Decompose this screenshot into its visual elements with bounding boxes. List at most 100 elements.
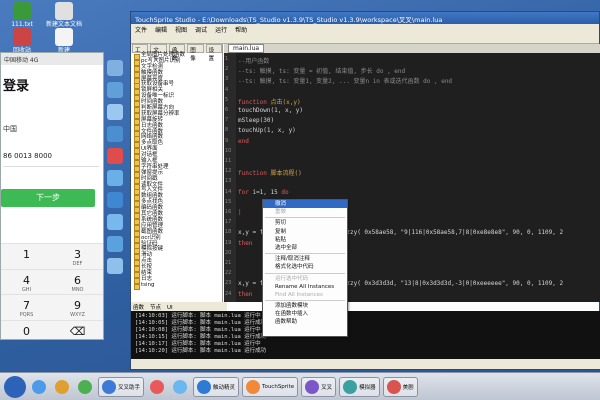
key-4[interactable]: 4 GHI [1,268,52,295]
taskbar-item[interactable] [75,377,95,397]
context-menu-item[interactable]: 函数帮助 [263,318,347,326]
code-line: touchDown(1, x, y) [238,107,303,114]
desktop-icon-recycle[interactable]: 回收站 [2,28,42,55]
code-token: 点击(x,y) [266,98,301,106]
tree-item[interactable]: tsing [131,282,222,290]
app-icon[interactable] [107,148,123,164]
code-line: for i=1, 15 do [238,189,289,196]
taskbar-item[interactable]: 美剧 [382,376,418,397]
key-0[interactable]: 0 [1,319,52,340]
app-icon[interactable] [107,60,123,76]
taskbar-item[interactable] [170,377,190,397]
context-menu-item: 运行选中代码 [275,275,309,282]
function-tree: 全局图片处理函数 pc写入图片识别 文字检测 触摸函数 屏幕亮度 获取设备串号 锁屏相关 设备… [131,52,222,290]
app-icon[interactable] [107,104,123,120]
line-number: 20 [225,249,232,256]
context-menu-item[interactable]: 复制 [263,228,347,236]
key-digit: 0 [23,324,30,338]
context-menu-item[interactable]: 剪切 [263,219,347,227]
desktop-icon-file[interactable]: 111.txt [2,2,42,29]
taskbar-item[interactable] [147,377,167,397]
output-line: [14:10:15] 运行脚本: 脚本 main.lua 运行成功 [135,334,267,340]
taskbar-label: 美剧 [402,384,414,391]
region-selector[interactable]: 中国 [3,124,103,134]
taskbar-label: 模拟器 [359,384,376,391]
ide-window: TouchSprite Studio - E:\Downloads\TS_Stu… [130,11,600,370]
key-letters: WXYZ [70,312,85,318]
desktop-icon-doc[interactable]: 新建文本文档 [44,2,84,29]
menu-item[interactable]: 文件 [135,27,147,34]
app-icon[interactable] [107,236,123,252]
phone-number-field[interactable]: 86 0013 8000 [3,152,103,160]
key-1[interactable]: 1 [1,243,52,269]
code-line: function 脚本流程() [238,168,302,177]
key-6[interactable]: 6 MNO [52,268,103,295]
context-menu-item[interactable]: 撤消 [263,200,347,209]
context-menu-item[interactable]: 注释/取消注释 [263,255,347,263]
line-number: 4 [225,86,229,93]
context-menu-item[interactable]: 在函数中插入 [263,310,347,318]
app-icon[interactable] [107,192,123,208]
menu-item[interactable]: 编辑 [155,27,167,34]
context-menu-item[interactable]: 选中全部 [263,244,347,252]
toolbar [131,34,599,44]
start-button[interactable] [4,375,26,398]
app-icon [305,379,320,394]
context-menu-item[interactable]: 添加函数模块 [263,302,347,310]
code-token: mSleep(30) [238,117,275,125]
menu-item[interactable]: 帮助 [235,27,247,34]
line-number: 5 [225,96,229,103]
key-9[interactable]: 9 WXYZ [52,294,103,320]
code-line: | [238,209,242,216]
status-bar [131,359,600,369]
line-number: 19 [225,239,232,246]
menu-item[interactable]: 运行 [215,27,227,34]
backspace-icon: ⌫ [69,324,86,338]
app-icon[interactable] [107,170,123,186]
app-icon[interactable] [107,214,123,230]
tree-tab[interactable]: 设置 [205,44,222,62]
line-number: 1 [225,56,229,62]
taskbar-item[interactable]: 叉叉 [301,376,337,397]
taskbar-item[interactable]: 叉叉助手 [98,376,145,397]
app-icon[interactable] [107,82,123,98]
line-number: 10 [225,147,232,154]
code-token: then [238,239,253,247]
code-line: mSleep(30) [238,117,274,124]
app-icon [386,379,401,394]
code-token: function [238,98,267,106]
backspace-key[interactable]: ⌫ [52,319,103,340]
tab-main-lua[interactable]: main.lua [228,44,265,53]
tree-tab[interactable]: 图像 [187,44,204,62]
app-icon[interactable] [107,126,123,142]
menu-item[interactable]: 视图 [175,27,187,34]
app-icon[interactable] [107,258,123,274]
code-token: i=1, 15 [248,188,282,196]
line-number: 13 [225,178,232,185]
context-menu-item[interactable]: 格式化选中代码 [263,263,347,271]
context-menu-item[interactable]: Rename All Instances [263,283,347,291]
context-menu-item[interactable]: 粘贴 [263,236,347,244]
taskbar-item[interactable] [52,377,72,397]
taskbar-item[interactable]: TouchSprite [242,376,299,397]
line-number: 18 [225,229,232,236]
key-3[interactable]: 3 DEF [52,243,103,269]
line-number: 9 [225,137,229,144]
key-7[interactable]: 7 PQRS [1,294,52,320]
app-icon [78,379,92,394]
app-icon [55,379,69,394]
code-token: function [238,170,267,178]
key-digit: 6 [74,273,81,287]
next-button[interactable]: 下一步 [1,189,95,207]
code-token: for [238,188,249,196]
line-number: 14 [225,188,232,195]
tree-bottom-tabs: 函数 节点 UI [131,302,227,311]
code-token: --用户函数 [238,58,270,65]
taskbar-item[interactable]: 模拟器 [339,376,380,397]
document-icon [55,28,73,46]
taskbar-item[interactable] [29,377,49,397]
desktop-icon-new[interactable]: 新建 [44,28,84,55]
menu-item[interactable]: 调试 [195,27,207,34]
taskbar-item[interactable]: 触动精灵 [193,376,240,397]
app-icon [102,379,116,394]
